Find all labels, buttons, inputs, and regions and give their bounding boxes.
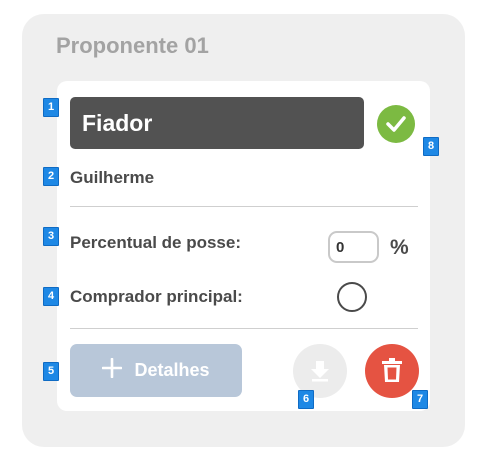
- ownership-input[interactable]: [328, 231, 379, 263]
- check-icon[interactable]: [377, 105, 415, 143]
- annotation-badge: 8: [423, 137, 439, 156]
- annotation-badge: 3: [43, 227, 59, 246]
- annotation-badge: 6: [298, 390, 314, 409]
- main-buyer-label: Comprador principal:: [70, 287, 243, 306]
- annotation-badge: 7: [412, 390, 428, 409]
- person-name: Guilherme: [70, 168, 155, 187]
- section-title: Proponente 01: [56, 33, 209, 58]
- plus-icon: [102, 357, 123, 383]
- annotation-badge: 2: [43, 167, 59, 186]
- annotation-badge: 4: [43, 287, 59, 306]
- percent-sign: %: [390, 236, 409, 259]
- trash-icon: [380, 357, 404, 386]
- annotation-badge: 1: [43, 98, 59, 117]
- delete-button[interactable]: [365, 344, 419, 398]
- divider: [70, 206, 418, 207]
- details-button[interactable]: Detalhes: [70, 344, 242, 397]
- details-label: Detalhes: [134, 360, 210, 380]
- divider: [70, 328, 418, 329]
- annotation-badge: 5: [43, 362, 59, 381]
- ownership-label: Percentual de posse:: [70, 233, 242, 252]
- role-field[interactable]: Fiador: [70, 97, 364, 149]
- main-buyer-radio[interactable]: [337, 282, 367, 312]
- download-icon: [308, 358, 332, 385]
